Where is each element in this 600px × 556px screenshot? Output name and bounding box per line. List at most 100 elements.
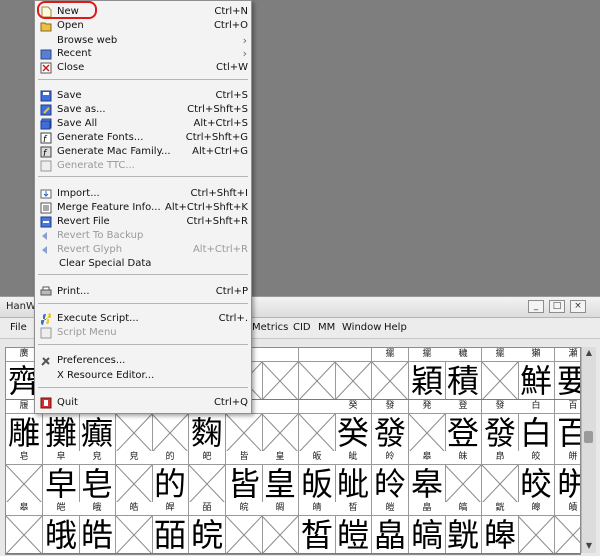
menu-item-shortcut: Ctrl+P — [215, 286, 248, 297]
menu-item-shortcut: Ctrl+. — [218, 313, 248, 324]
glyph-cell[interactable]: 癸癸 — [335, 400, 372, 452]
glyph-cell[interactable]: 穢積 — [445, 348, 482, 400]
glyph-cell[interactable]: 皃皂 — [79, 451, 116, 503]
glyph-cell[interactable]: 皚皛 — [372, 502, 409, 554]
glyph-cell[interactable]: 皒皓 — [79, 502, 116, 554]
maximize-button[interactable]: □ — [549, 300, 565, 313]
file-menu-item-x-resource-editor[interactable]: X Resource Editor... — [35, 369, 251, 383]
recent-icon — [40, 48, 52, 60]
glyph-cell[interactable]: 皙皚 — [335, 502, 372, 554]
glyph-cell[interactable]: 皛皜 — [409, 502, 446, 554]
glyph-cell[interactable]: 百百 — [555, 400, 580, 452]
glyph-cell[interactable]: 皍 — [482, 451, 519, 503]
menu-item-shortcut: Ctrl+Shft+S — [187, 104, 248, 115]
glyph-cell[interactable]: 皋 — [6, 502, 43, 554]
glyph-cell[interactable] — [299, 400, 336, 452]
minimize-button[interactable]: _ — [528, 300, 544, 313]
glyph-cell[interactable]: 擺穎 — [409, 348, 446, 400]
glyph-cell[interactable]: 皌 — [445, 451, 482, 503]
glyph-preview: 皂 — [80, 465, 113, 503]
glyph-cell[interactable]: 皓 — [116, 502, 153, 554]
glyph-cell[interactable]: 皇皇 — [262, 451, 299, 503]
glyph-cell[interactable]: 皗 — [262, 502, 299, 554]
glyph-cell[interactable]: 皂 — [6, 451, 43, 503]
glyph-preview: 皝 — [446, 516, 479, 554]
file-menu-item-merge-feature-info[interactable]: Merge Feature Info... Alt+Ctrl+Shft+K — [35, 201, 251, 215]
menu-metrics[interactable]: Metrics — [252, 322, 288, 333]
empty-glyph-cross-icon — [409, 414, 445, 452]
file-menu-item-close[interactable]: Close Ctl+W — [35, 61, 251, 75]
glyph-cell[interactable]: 發發 — [372, 400, 409, 452]
file-menu-item-generate-fonts[interactable]: f Generate Fonts... Ctrl+Shft+G — [35, 131, 251, 145]
glyph-cell[interactable]: 皁皁 — [43, 451, 80, 503]
glyph-cell[interactable]: 皔皕 — [152, 502, 189, 554]
glyph-cell[interactable] — [262, 348, 299, 400]
glyph-cell[interactable]: 發發 — [482, 400, 519, 452]
glyph-cell[interactable]: 発 — [409, 400, 446, 452]
file-menu-item-save[interactable]: Save Ctrl+S — [35, 89, 251, 103]
glyph-cell[interactable]: 皊皊 — [372, 451, 409, 503]
menu-item-label: Save as... — [57, 104, 106, 115]
print-icon — [40, 286, 52, 298]
menu-file[interactable]: File — [10, 322, 27, 333]
glyph-cell[interactable]: 皎皎 — [518, 451, 555, 503]
menu-item-label: Quit — [57, 397, 78, 408]
glyph-cell-label: 皍 — [482, 451, 518, 465]
empty-glyph-cross-icon — [116, 414, 152, 452]
glyph-cell[interactable]: 獺鮮 — [518, 348, 555, 400]
glyph-cell[interactable]: 皝皞 — [482, 502, 519, 554]
menu-cid[interactable]: CID — [293, 322, 311, 333]
file-menu-item-save-all[interactable]: Save All Alt+Ctrl+S — [35, 117, 251, 131]
glyph-cell[interactable]: 的的 — [152, 451, 189, 503]
file-menu-item-open[interactable]: Open Ctrl+O — [35, 19, 251, 33]
empty-glyph-cross-icon — [299, 362, 335, 400]
file-menu-item-quit[interactable]: Quit Ctrl+Q — [35, 396, 251, 410]
glyph-cell[interactable]: 瀬要 — [555, 348, 580, 400]
glyph-cell[interactable]: 皞 — [518, 502, 555, 554]
file-menu-item-browse-web[interactable]: Browse web › — [35, 34, 251, 48]
glyph-cell[interactable] — [262, 400, 299, 452]
glyph-cell[interactable]: 白白 — [518, 400, 555, 452]
menu-help[interactable]: Help — [384, 322, 407, 333]
glyph-cell[interactable]: 皘皙 — [299, 502, 336, 554]
glyph-cell[interactable]: 皑皒 — [43, 502, 80, 554]
glyph-cell[interactable]: 擺 — [372, 348, 409, 400]
glyph-cell[interactable]: 皉皉 — [335, 451, 372, 503]
scroll-up-icon[interactable]: ▲ — [583, 347, 595, 359]
file-menu-item-preferences[interactable]: Preferences... — [35, 354, 251, 368]
glyph-cell[interactable]: 皏皏 — [555, 451, 580, 503]
scroll-down-icon[interactable]: ▼ — [583, 540, 595, 552]
glyph-cell[interactable]: 皈皈 — [299, 451, 336, 503]
glyph-cell[interactable] — [335, 348, 372, 400]
menu-window[interactable]: Window — [342, 322, 381, 333]
file-menu-item-generate-mac-family[interactable]: f Generate Mac Family... Alt+Ctrl+G — [35, 145, 251, 159]
glyph-cell[interactable] — [299, 348, 336, 400]
file-menu-item-import[interactable]: Import... Ctrl+Shft+I — [35, 187, 251, 201]
menu-mm[interactable]: MM — [318, 322, 335, 333]
glyph-cell[interactable]: 皆皆 — [226, 451, 263, 503]
file-menu-item-clear-special-data[interactable]: Clear Special Data — [35, 257, 251, 271]
glyph-cell[interactable]: 皖 — [226, 502, 263, 554]
glyph-cell[interactable]: 皋皋 — [409, 451, 446, 503]
python-script-icon — [40, 313, 52, 325]
vertical-scrollbar[interactable]: ▲ ▼ — [581, 347, 596, 553]
glyph-cell[interactable]: 皕皖 — [189, 502, 226, 554]
close-window-button[interactable]: × — [570, 300, 586, 313]
file-menu-item-print[interactable]: Print... Ctrl+P — [35, 285, 251, 299]
glyph-cell-label: 皃 — [116, 451, 152, 465]
file-menu-item-revert-file[interactable]: Revert File Ctrl+Shft+R — [35, 215, 251, 229]
scroll-thumb[interactable] — [584, 431, 593, 443]
file-menu-item-save-as[interactable]: Save as... Ctrl+Shft+S — [35, 103, 251, 117]
file-menu-item-execute-script[interactable]: Execute Script... Ctrl+. — [35, 312, 251, 326]
glyph-cell[interactable]: 擺 — [482, 348, 519, 400]
menu-item-label: Revert File — [57, 216, 110, 227]
glyph-cell[interactable]: 皃 — [116, 451, 153, 503]
glyph-cell-label: 皋 — [6, 502, 42, 516]
glyph-cell[interactable]: 皜皝 — [445, 502, 482, 554]
glyph-cell[interactable]: 皟 — [555, 502, 580, 554]
empty-glyph-cross-icon — [189, 465, 225, 503]
file-menu-item-recent[interactable]: Recent › — [35, 47, 251, 61]
glyph-cell-label: 皋 — [409, 451, 445, 465]
glyph-cell[interactable]: 登登 — [445, 400, 482, 452]
glyph-cell[interactable]: 皅 — [189, 451, 226, 503]
